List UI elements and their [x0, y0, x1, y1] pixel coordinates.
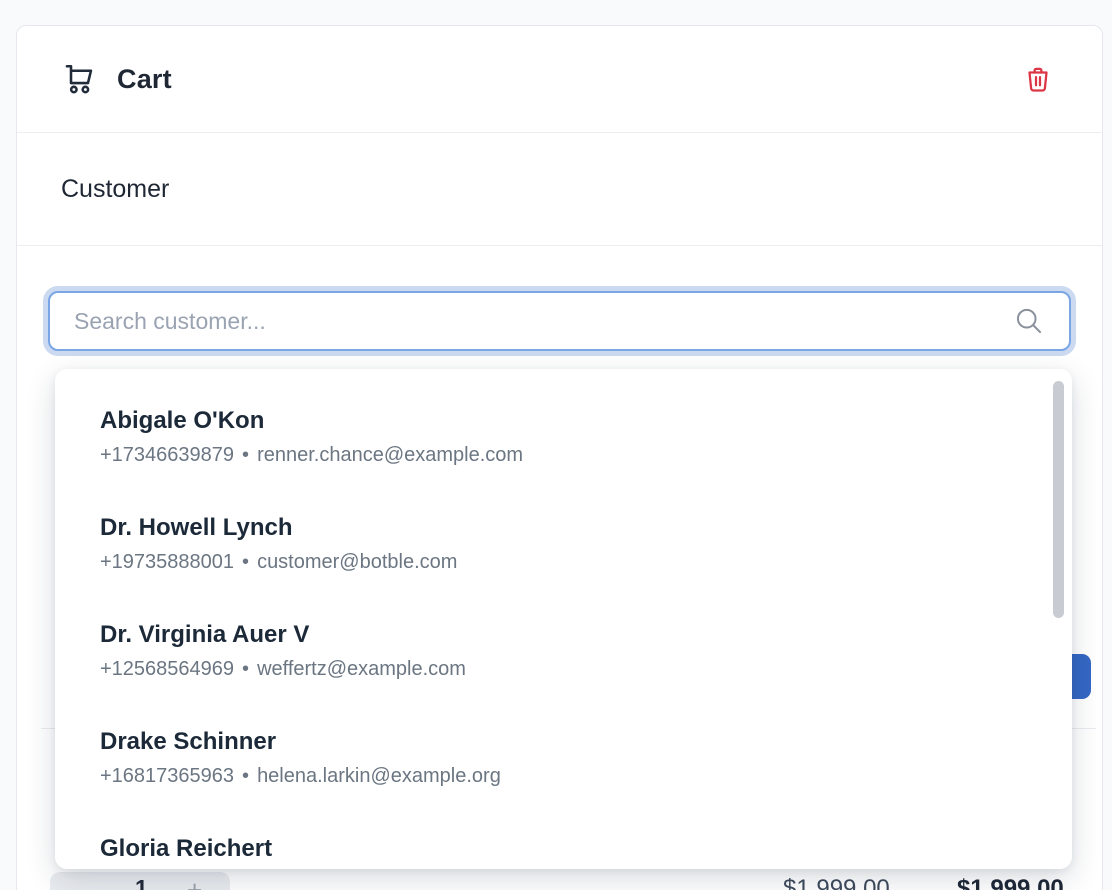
- cart-header: Cart: [17, 26, 1102, 133]
- cart-panel: Cart Customer 1 + $1,999.00 $1,999.00: [16, 25, 1103, 890]
- customer-contact: +17346639879 • renner.chance@example.com: [100, 442, 1027, 469]
- page-title: Cart: [117, 64, 172, 95]
- contact-separator: •: [242, 658, 249, 680]
- customer-name: Gloria Reichert: [100, 835, 1027, 863]
- clear-cart-button[interactable]: [1021, 60, 1055, 98]
- customer-result-item[interactable]: Dr. Howell Lynch +19735888001 • customer@b…: [100, 498, 1027, 605]
- customer-email: renner.chance@example.com: [257, 444, 523, 466]
- pos-cart-screen: Cart Customer 1 + $1,999.00 $1,999.00: [0, 0, 1112, 890]
- shopping-cart-icon: [62, 61, 98, 97]
- customer-phone: +16817365963: [100, 765, 234, 787]
- customer-name: Dr. Virginia Auer V: [100, 621, 1027, 649]
- quantity-value: 1: [135, 875, 148, 890]
- customer-name: Drake Schinner: [100, 728, 1027, 756]
- dropdown-scrollbar-thumb[interactable]: [1053, 381, 1064, 618]
- customer-email: weffertz@example.com: [257, 658, 466, 680]
- customer-section: Customer: [17, 133, 1102, 246]
- contact-separator: •: [242, 444, 249, 466]
- customer-phone: +12568564969: [100, 658, 234, 680]
- customer-email: helena.larkin@example.org: [257, 765, 501, 787]
- contact-separator: •: [242, 765, 249, 787]
- customer-result-item[interactable]: Dr. Virginia Auer V +12568564969 • weffert…: [100, 605, 1027, 712]
- customer-contact: +12568564969 • weffertz@example.com: [100, 656, 1027, 683]
- customer-phone: +19735888001: [100, 551, 234, 573]
- unit-price: $1,999.00: [783, 875, 890, 890]
- search-customer-input[interactable]: [74, 308, 1013, 335]
- customer-contact: +16817365963 • helena.larkin@example.org: [100, 763, 1027, 790]
- customer-result-item[interactable]: Abigale O'Kon +17346639879 • renner.chance…: [100, 391, 1027, 498]
- search-icon: [1013, 305, 1045, 337]
- customer-results-dropdown: Abigale O'Kon +17346639879 • renner.chance…: [55, 369, 1072, 869]
- customer-email: customer@botble.com: [257, 551, 457, 573]
- customer-name: Abigale O'Kon: [100, 407, 1027, 435]
- customer-section-title: Customer: [61, 175, 169, 204]
- customer-contact: +19735888001 • customer@botble.com: [100, 549, 1027, 576]
- trash-icon: [1023, 62, 1053, 96]
- customer-result-item[interactable]: Gloria Reichert: [100, 819, 1027, 869]
- customer-search: [48, 291, 1071, 351]
- quantity-increase-button[interactable]: +: [187, 875, 202, 890]
- customer-result-item[interactable]: Drake Schinner +16817365963 • helena.larki…: [100, 712, 1027, 819]
- contact-separator: •: [242, 551, 249, 573]
- customer-name: Dr. Howell Lynch: [100, 514, 1027, 542]
- customer-phone: +17346639879: [100, 444, 234, 466]
- total-price: $1,999.00: [957, 875, 1064, 890]
- customer-search-box: [48, 291, 1071, 351]
